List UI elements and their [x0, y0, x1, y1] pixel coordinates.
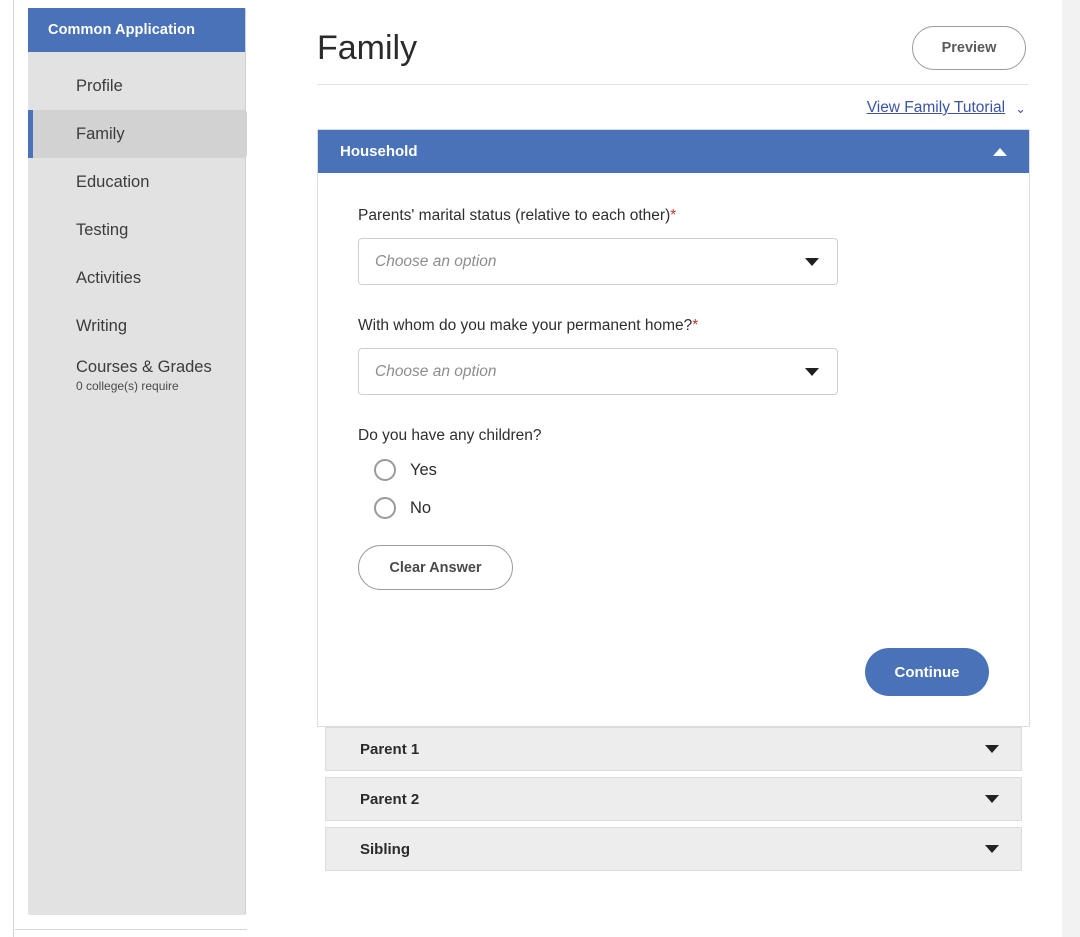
accordion-parent-1[interactable]: Parent 1 — [325, 727, 1022, 771]
radio-circle-icon[interactable] — [374, 459, 396, 481]
household-panel-body: Parents' marital status (relative to eac… — [318, 173, 1029, 726]
sidebar-header-title: Common Application — [48, 22, 196, 38]
sidebar-item-family[interactable]: Family — [28, 110, 265, 158]
caret-up-icon[interactable] — [993, 147, 1007, 156]
accordion-title: Sibling — [360, 840, 410, 858]
radio-option-yes[interactable]: Yes — [358, 459, 989, 481]
sidebar-item-activities[interactable]: Activities — [28, 254, 245, 302]
sidebar-item-label: Family — [76, 124, 125, 143]
field-has-children: Do you have any children? Yes No Clear A… — [358, 427, 989, 590]
accordion-title: Parent 1 — [360, 740, 420, 758]
view-family-tutorial-link[interactable]: View Family Tutorial — [867, 99, 1005, 117]
children-question-label: Do you have any children? — [358, 427, 542, 444]
active-accent-bar — [28, 110, 33, 158]
main-content: Family Preview View Family Tutorial ⌄ Ho… — [247, 0, 1062, 930]
continue-button[interactable]: Continue — [865, 648, 989, 696]
chevron-down-icon[interactable]: ⌄ — [1015, 102, 1026, 115]
caret-down-icon[interactable] — [985, 795, 999, 803]
caret-down-icon[interactable] — [985, 845, 999, 853]
caret-down-icon — [805, 367, 819, 376]
field-label-text: Parents' marital status (relative to eac… — [358, 207, 671, 224]
clear-answer-button[interactable]: Clear Answer — [358, 545, 513, 590]
radio-label: No — [410, 498, 432, 517]
radio-label: Yes — [410, 460, 437, 479]
caret-down-icon[interactable] — [985, 745, 999, 753]
sidebar-item-education[interactable]: Education — [28, 158, 245, 206]
household-panel-footer: Continue — [358, 622, 989, 700]
page-left-gutter — [0, 0, 14, 937]
preview-button[interactable]: Preview — [912, 26, 1026, 70]
select-placeholder: Choose an option — [375, 362, 497, 380]
sidebar-item-sublabel: 0 college(s) require — [76, 379, 179, 394]
select-placeholder: Choose an option — [375, 252, 497, 270]
app-root: Common Application Profile Family Educat… — [0, 0, 1080, 937]
household-panel: Household Parents' marital status (relat… — [317, 129, 1030, 727]
field-label-text: With whom do you make your permanent hom… — [358, 317, 693, 334]
sidebar-item-writing[interactable]: Writing — [28, 302, 245, 350]
sidebar-item-label: Courses & Grades — [76, 358, 212, 377]
sidebar-item-label: Activities — [76, 268, 142, 287]
household-panel-header[interactable]: Household — [318, 130, 1029, 173]
sidebar-item-label: Testing — [76, 220, 129, 239]
field-marital-status: Parents' marital status (relative to eac… — [358, 207, 989, 285]
sidebar-item-profile[interactable]: Profile — [28, 62, 245, 110]
sidebar-item-courses-and-grades[interactable]: Courses & Grades 0 college(s) require — [28, 350, 245, 402]
field-label: Parents' marital status (relative to eac… — [358, 207, 989, 225]
field-permanent-home: With whom do you make your permanent hom… — [358, 317, 989, 395]
sidebar-item-label: Profile — [76, 76, 123, 95]
page-header: Family Preview — [279, 0, 1030, 84]
caret-down-icon — [805, 257, 819, 266]
sidebar-item-testing[interactable]: Testing — [28, 206, 245, 254]
accordion-parent-2[interactable]: Parent 2 — [325, 777, 1022, 821]
required-asterisk: * — [692, 317, 699, 334]
permanent-home-select[interactable]: Choose an option — [358, 348, 838, 395]
required-asterisk: * — [670, 207, 677, 224]
page-right-gutter — [1062, 0, 1080, 937]
page-title: Family — [317, 29, 418, 67]
sidebar-nav: Profile Family Education Testing Activit… — [28, 52, 265, 402]
marital-status-select[interactable]: Choose an option — [358, 238, 838, 285]
sidebar-item-label: Education — [76, 172, 150, 191]
radio-option-no[interactable]: No — [358, 497, 989, 519]
household-panel-title: Household — [340, 143, 418, 160]
sidebar-header: Common Application — [28, 8, 245, 52]
field-label: With whom do you make your permanent hom… — [358, 317, 989, 335]
accordion-title: Parent 2 — [360, 790, 420, 808]
sidebar: Common Application Profile Family Educat… — [28, 8, 265, 915]
collapsed-sections: Parent 1 Parent 2 Sibling — [317, 727, 1030, 871]
radio-circle-icon[interactable] — [374, 497, 396, 519]
accordion-sibling[interactable]: Sibling — [325, 827, 1022, 871]
sidebar-item-label: Writing — [76, 316, 128, 335]
tutorial-row: View Family Tutorial ⌄ — [279, 85, 1030, 129]
